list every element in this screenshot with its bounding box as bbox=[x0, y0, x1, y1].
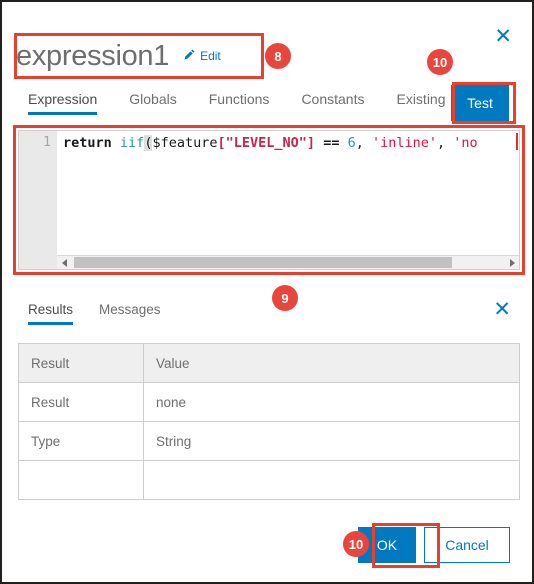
code-line: return iif($feature["LEVEL_NO"] == 6, 'i… bbox=[63, 134, 478, 153]
table-row: Type String bbox=[18, 421, 520, 461]
edit-label: Edit bbox=[200, 49, 221, 63]
tab-constants[interactable]: Constants bbox=[301, 91, 364, 115]
scrollbar-thumb[interactable] bbox=[74, 257, 452, 268]
code-editor[interactable]: 1 return iif($feature["LEVEL_NO"] == 6, … bbox=[18, 130, 520, 270]
code-token: , bbox=[355, 135, 372, 151]
tab-functions[interactable]: Functions bbox=[209, 91, 270, 115]
code-area[interactable]: return iif($feature["LEVEL_NO"] == 6, 'i… bbox=[57, 131, 519, 255]
table-row bbox=[18, 460, 520, 500]
title-row: expression1 Edit bbox=[16, 35, 262, 77]
tab-existing[interactable]: Existing bbox=[396, 91, 445, 115]
test-button[interactable]: Test bbox=[451, 85, 509, 121]
editor-gutter: 1 bbox=[19, 131, 57, 269]
annotation-badge-10-test: 10 bbox=[427, 49, 453, 75]
table-row: Result none bbox=[18, 382, 520, 422]
code-token: 6 bbox=[347, 135, 356, 151]
scroll-left-arrow-icon[interactable] bbox=[57, 256, 71, 269]
tab-expression[interactable]: Expression bbox=[28, 91, 98, 115]
code-token: [ bbox=[217, 135, 226, 151]
cell-type-label: Type bbox=[18, 421, 144, 461]
tab-results[interactable]: Results bbox=[28, 302, 74, 325]
cell-type-value: String bbox=[143, 421, 520, 461]
tab-globals[interactable]: Globals bbox=[129, 91, 176, 115]
results-table: Result Value Result none Type String bbox=[18, 343, 520, 500]
tab-bar: Expression Globals Functions Constants E… bbox=[28, 91, 446, 115]
results-tab-bar: Results Messages bbox=[28, 302, 161, 325]
code-token: $feature bbox=[152, 135, 218, 151]
results-close-icon[interactable]: ✕ bbox=[493, 299, 511, 320]
cell-result-value: none bbox=[143, 382, 520, 422]
scroll-right-arrow-icon[interactable] bbox=[505, 256, 519, 269]
page-title: expression1 bbox=[16, 39, 170, 72]
code-token: , bbox=[437, 135, 454, 151]
ok-button[interactable]: OK bbox=[358, 527, 416, 563]
code-token: return bbox=[63, 135, 112, 151]
text-caret bbox=[516, 133, 518, 150]
column-header-result: Result bbox=[18, 343, 144, 383]
code-token: 'inline' bbox=[372, 135, 438, 151]
code-token: == bbox=[323, 135, 340, 151]
cancel-button[interactable]: Cancel bbox=[424, 527, 510, 563]
code-token: "LEVEL_NO" bbox=[225, 135, 307, 151]
pencil-icon bbox=[183, 48, 196, 64]
annotation-badge-9: 9 bbox=[272, 285, 298, 311]
edit-button[interactable]: Edit bbox=[183, 48, 221, 64]
table-header-row: Result Value bbox=[18, 343, 520, 383]
annotation-badge-8: 8 bbox=[265, 43, 291, 69]
editor-horizontal-scrollbar[interactable] bbox=[57, 255, 519, 269]
cell-result-label: Result bbox=[18, 382, 144, 422]
cell-empty-value bbox=[143, 460, 520, 500]
tab-messages[interactable]: Messages bbox=[99, 302, 161, 325]
code-token: ] bbox=[306, 135, 316, 151]
code-token: iif bbox=[119, 135, 145, 151]
expression-builder-dialog: ✕ expression1 Edit Expression Globals Fu… bbox=[0, 0, 534, 584]
close-icon[interactable]: ✕ bbox=[494, 26, 512, 47]
line-number: 1 bbox=[43, 135, 51, 150]
cell-empty-label bbox=[18, 460, 144, 500]
column-header-value: Value bbox=[143, 343, 520, 383]
code-token: 'no bbox=[453, 135, 478, 151]
